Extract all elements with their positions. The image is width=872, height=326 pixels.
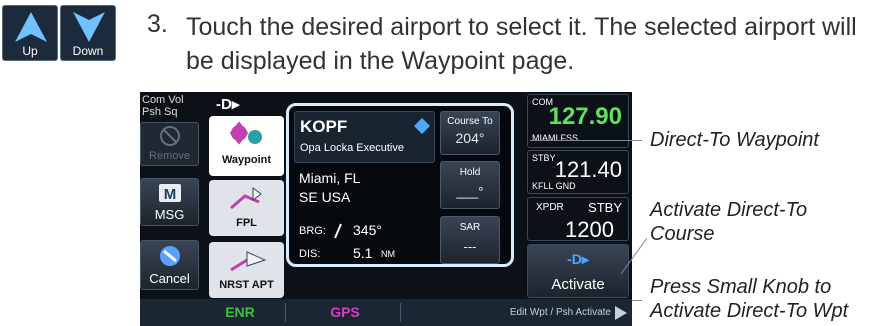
activate-button[interactable]: -D▸ Activate	[527, 244, 629, 298]
waypoint-city: Miami, FL	[299, 170, 361, 186]
callout-leader-1	[530, 140, 642, 141]
enr-annunciator: ENR	[195, 303, 286, 322]
cancel-label: Cancel	[149, 271, 190, 286]
hold-label: Hold	[459, 167, 481, 178]
com-frequency: 127.90	[548, 103, 622, 130]
course-to-label: Course To	[447, 116, 493, 127]
bearing-arrow-icon	[334, 223, 342, 238]
up-arrow-icon	[15, 12, 47, 42]
cancel-icon	[159, 246, 180, 266]
stby-frequency-box[interactable]: STBY 121.40 KFLL GND	[527, 150, 629, 194]
activate-direct-to-icon: -D▸	[567, 251, 589, 267]
knob-arrow-icon	[615, 306, 627, 320]
down-button[interactable]: Down	[60, 5, 116, 61]
callout-press-knob: Press Small Knob to Activate Direct-To W…	[650, 276, 849, 322]
cancel-button[interactable]: Cancel	[140, 240, 199, 290]
hold-button[interactable]: Hold ___°	[440, 161, 500, 209]
callout-leader-3	[632, 300, 642, 301]
brg-label: BRG:	[299, 225, 326, 237]
down-arrow-icon	[73, 12, 105, 42]
xpdr-label: XPDR	[536, 202, 564, 213]
message-icon: M	[158, 184, 181, 203]
waypoint-card[interactable]: KOPF Opa Locka Executive Miami, FL SE US…	[286, 103, 514, 267]
sar-button[interactable]: SAR ---	[440, 216, 500, 264]
msg-label: MSG	[154, 207, 185, 222]
bottom-status-bar: ENR GPS Edit Wpt / Psh Activate	[140, 299, 632, 326]
xpdr-code: 1200	[565, 217, 614, 242]
waypoint-icon	[229, 121, 262, 145]
waypoint-region: SE USA	[299, 189, 351, 205]
brg-value: 345°	[353, 222, 382, 238]
course-to-button[interactable]: Course To 204°	[440, 111, 500, 155]
remove-icon	[159, 126, 180, 146]
down-button-label: Down	[72, 44, 104, 58]
com-station: MIAMI FSS	[532, 133, 579, 143]
transponder-box[interactable]: XPDR STBY 1200	[527, 197, 629, 242]
course-to-value: 204°	[455, 130, 485, 146]
tab-nrst-apt-label: NRST APT	[219, 279, 274, 291]
tab-fpl[interactable]: FPL	[209, 180, 284, 236]
nearest-airport-icon	[229, 251, 266, 272]
step-text: Touch the desired airport to select it. …	[186, 13, 857, 75]
dis-label: DIS:	[299, 248, 321, 260]
step-number: 3.	[147, 10, 168, 38]
hold-value: ___°	[456, 184, 484, 199]
tab-fpl-label: FPL	[236, 217, 257, 229]
svg-text:M: M	[163, 186, 176, 203]
com-vol-label: Com Vol Psh Sq	[142, 94, 184, 118]
msg-button[interactable]: M MSG	[140, 178, 199, 226]
sar-label: SAR	[459, 222, 481, 233]
tab-waypoint[interactable]: Waypoint	[209, 116, 284, 176]
flight-plan-icon	[229, 187, 262, 210]
waypoint-ident: KOPF	[300, 117, 348, 136]
airport-diamond-icon	[414, 118, 430, 134]
up-button[interactable]: Up	[2, 5, 58, 61]
direct-to-symbol: -D▸	[216, 96, 240, 113]
stby-label: STBY	[532, 153, 556, 163]
dis-value: 5.1	[353, 245, 373, 261]
remove-label: Remove	[149, 150, 190, 162]
callout-activate-course: Activate Direct-To Course	[650, 199, 808, 245]
activate-label: Activate	[551, 276, 605, 293]
tab-waypoint-label: Waypoint	[221, 154, 272, 166]
waypoint-name: Opa Locka Executive	[300, 142, 404, 154]
tab-nrst-apt[interactable]: NRST APT	[209, 242, 284, 298]
knob-hint: Edit Wpt / Psh Activate	[509, 307, 611, 318]
dis-unit: NM	[381, 249, 395, 259]
sar-value: ---	[463, 239, 477, 254]
xpdr-mode: STBY	[588, 200, 622, 215]
stby-station: KFLL GND	[532, 181, 576, 191]
stby-frequency: 121.40	[554, 157, 622, 182]
waypoint-ident-box[interactable]: KOPF Opa Locka Executive	[294, 111, 435, 163]
up-button-label: Up	[22, 44, 38, 58]
remove-button[interactable]: Remove	[140, 122, 199, 166]
device-screen: Com Vol Psh Sq Remove M MSG Cancel -D▸ W…	[140, 92, 632, 326]
gps-annunciator: GPS	[290, 303, 401, 322]
callout-leader-2	[620, 237, 648, 275]
callout-direct-to-waypoint: Direct-To Waypoint	[650, 129, 819, 151]
